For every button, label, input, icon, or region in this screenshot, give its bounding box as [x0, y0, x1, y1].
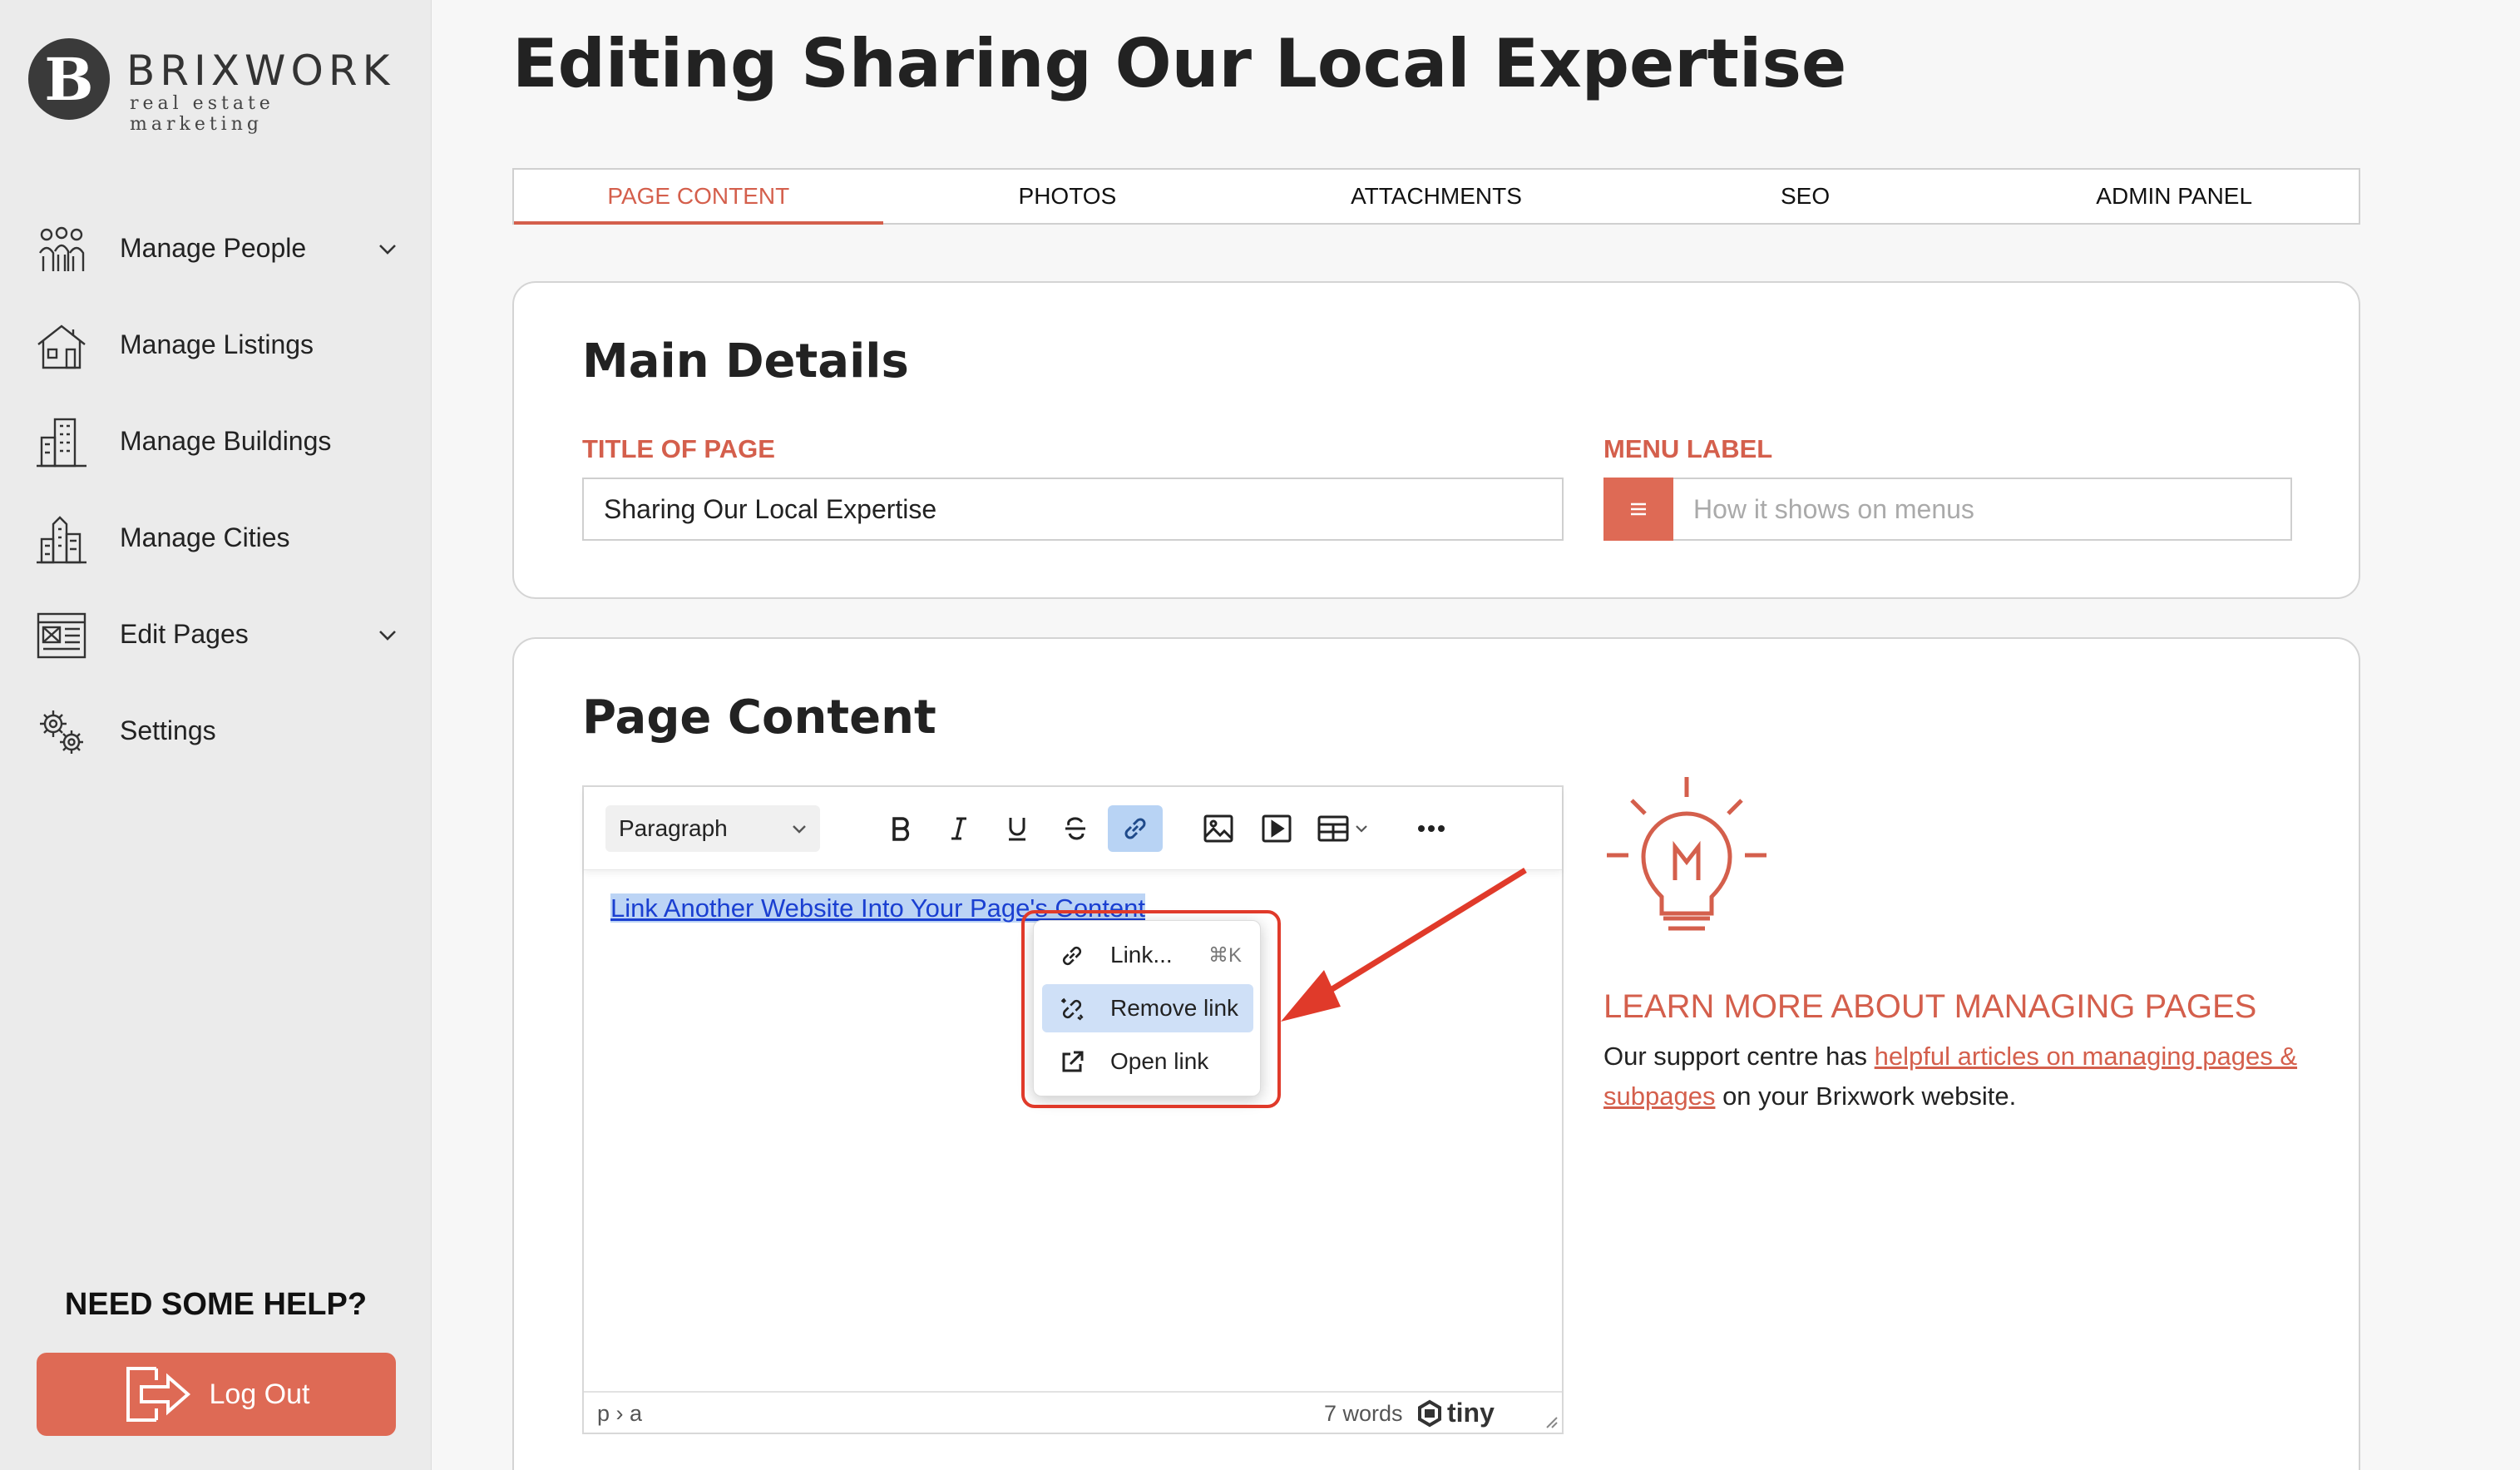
chevron-down-icon[interactable] [376, 624, 399, 647]
page-icon [37, 612, 86, 659]
strikethrough-button[interactable] [1048, 805, 1103, 852]
selected-link-text[interactable]: Link Another Website Into Your Page's Co… [610, 893, 1146, 923]
learn-more-title: LEARN MORE ABOUT MANAGING PAGES [1603, 988, 2257, 1025]
sidebar-item-edit-pages[interactable]: Edit Pages [0, 586, 432, 682]
context-menu-label: Remove link [1110, 995, 1239, 1021]
hamburger-icon [1631, 502, 1646, 516]
image-icon [1203, 814, 1233, 843]
tab-seo[interactable]: SEO [1621, 170, 1990, 223]
annotation-arrow [1281, 868, 1527, 1022]
italic-button[interactable] [931, 805, 986, 852]
building-icon [37, 418, 86, 468]
sidebar-item-settings[interactable]: Settings [0, 682, 432, 779]
brand-name: BRIXWORK [126, 47, 395, 95]
context-menu-link[interactable]: Link... ⌘K [1042, 931, 1253, 979]
lightbulb-icon [1607, 777, 1766, 931]
context-menu-open-link[interactable]: Open link [1042, 1037, 1253, 1086]
table-button[interactable] [1307, 805, 1379, 852]
more-options-button[interactable] [1404, 805, 1459, 852]
editor-toolbar: Paragraph [584, 787, 1562, 870]
people-icon [39, 226, 85, 271]
link-button[interactable] [1108, 805, 1163, 852]
context-menu-shortcut: ⌘K [1208, 943, 1242, 967]
house-icon [37, 324, 86, 369]
underline-icon [1009, 818, 1025, 841]
element-path[interactable]: p › a [597, 1401, 642, 1427]
unlink-icon [1060, 997, 1084, 1021]
tab-photos[interactable]: PHOTOS [883, 170, 1253, 223]
external-link-icon [1062, 1051, 1084, 1072]
insert-media-button[interactable] [1249, 805, 1304, 852]
link-icon [1062, 946, 1082, 966]
sidebar-item-manage-buildings[interactable]: Manage Buildings [0, 393, 432, 489]
insert-image-button[interactable] [1191, 805, 1246, 852]
strikethrough-icon [1065, 817, 1085, 840]
underline-button[interactable] [990, 805, 1045, 852]
main-details-card: Main Details TITLE OF PAGE MENU LABEL [512, 281, 2360, 599]
title-of-page-label: TITLE OF PAGE [582, 434, 775, 463]
context-menu-label: Open link [1110, 1048, 1209, 1074]
editor-statusbar: p › a 7 words tiny [584, 1391, 1562, 1433]
tab-bar: PAGE CONTENT PHOTOS ATTACHMENTS SEO ADMI… [512, 168, 2360, 225]
context-menu-label: Link... [1110, 942, 1173, 968]
page-title: Editing Sharing Our Local Expertise [512, 25, 1847, 102]
page-content-card: Page Content Paragraph Link Another Webs… [512, 637, 2360, 1470]
help-title: NEED SOME HELP? [64, 1287, 368, 1322]
sidebar-item-label: Manage Listings [120, 329, 314, 359]
sidebar-item-label: Manage Buildings [120, 425, 332, 456]
sidebar-item-label: Manage People [120, 232, 307, 263]
resize-handle-icon[interactable] [1542, 1413, 1559, 1429]
context-menu-remove-link[interactable]: Remove link [1042, 984, 1253, 1032]
menu-label-label: MENU LABEL [1603, 434, 1773, 463]
block-format-value: Paragraph [619, 815, 728, 841]
logout-icon [126, 1367, 190, 1422]
editor-content[interactable]: Link Another Website Into Your Page's Co… [610, 893, 1146, 923]
link-context-menu: Link... ⌘K Remove link Open link [1033, 920, 1261, 1096]
bold-icon [892, 817, 910, 841]
bold-button[interactable] [873, 805, 928, 852]
chevron-down-icon [793, 825, 806, 834]
logout-button[interactable]: Log Out [37, 1353, 396, 1436]
logout-label: Log Out [209, 1378, 310, 1410]
word-count[interactable]: 7 words [1324, 1401, 1403, 1427]
sidebar-item-manage-cities[interactable]: Manage Cities [0, 489, 432, 586]
tab-attachments[interactable]: ATTACHMENTS [1252, 170, 1621, 223]
more-horizontal-icon [1418, 825, 1445, 832]
page-content-title: Page Content [582, 690, 936, 745]
gears-icon [40, 710, 83, 754]
sidebar-item-label: Settings [120, 715, 216, 745]
tab-admin-panel[interactable]: ADMIN PANEL [1989, 170, 2359, 223]
chevron-down-icon [1356, 825, 1367, 833]
block-format-select[interactable]: Paragraph [605, 805, 820, 852]
learn-more-text: Our support centre has helpful articles … [1603, 1042, 2298, 1111]
sidebar: B BRIXWORK real estate marketing Manage … [0, 0, 432, 1470]
menu-label-icon-button[interactable] [1603, 478, 1673, 541]
city-icon [37, 516, 86, 564]
chevron-down-icon[interactable] [376, 238, 399, 261]
main-details-title: Main Details [582, 334, 909, 389]
logo-mark: B [23, 33, 115, 125]
menu-label-input[interactable] [1673, 478, 2292, 541]
video-icon [1262, 814, 1292, 843]
title-of-page-input[interactable] [582, 478, 1564, 541]
table-icon [1317, 815, 1349, 842]
sidebar-item-label: Manage Cities [120, 522, 290, 552]
brand-logo[interactable]: B BRIXWORK real estate marketing [23, 33, 406, 135]
tiny-logo-icon [1418, 1399, 1441, 1427]
sidebar-item-manage-people[interactable]: Manage People [0, 200, 432, 296]
sidebar-nav: Manage People Manage Listings Manage Bui… [0, 200, 432, 779]
sidebar-item-label: Edit Pages [120, 618, 249, 649]
brand-tagline: real estate marketing [130, 93, 274, 135]
sidebar-item-manage-listings[interactable]: Manage Listings [0, 296, 432, 393]
tab-page-content[interactable]: PAGE CONTENT [514, 170, 883, 225]
tiny-brand-logo[interactable]: tiny [1416, 1398, 1495, 1428]
link-icon [1124, 818, 1146, 839]
italic-icon [951, 817, 966, 840]
